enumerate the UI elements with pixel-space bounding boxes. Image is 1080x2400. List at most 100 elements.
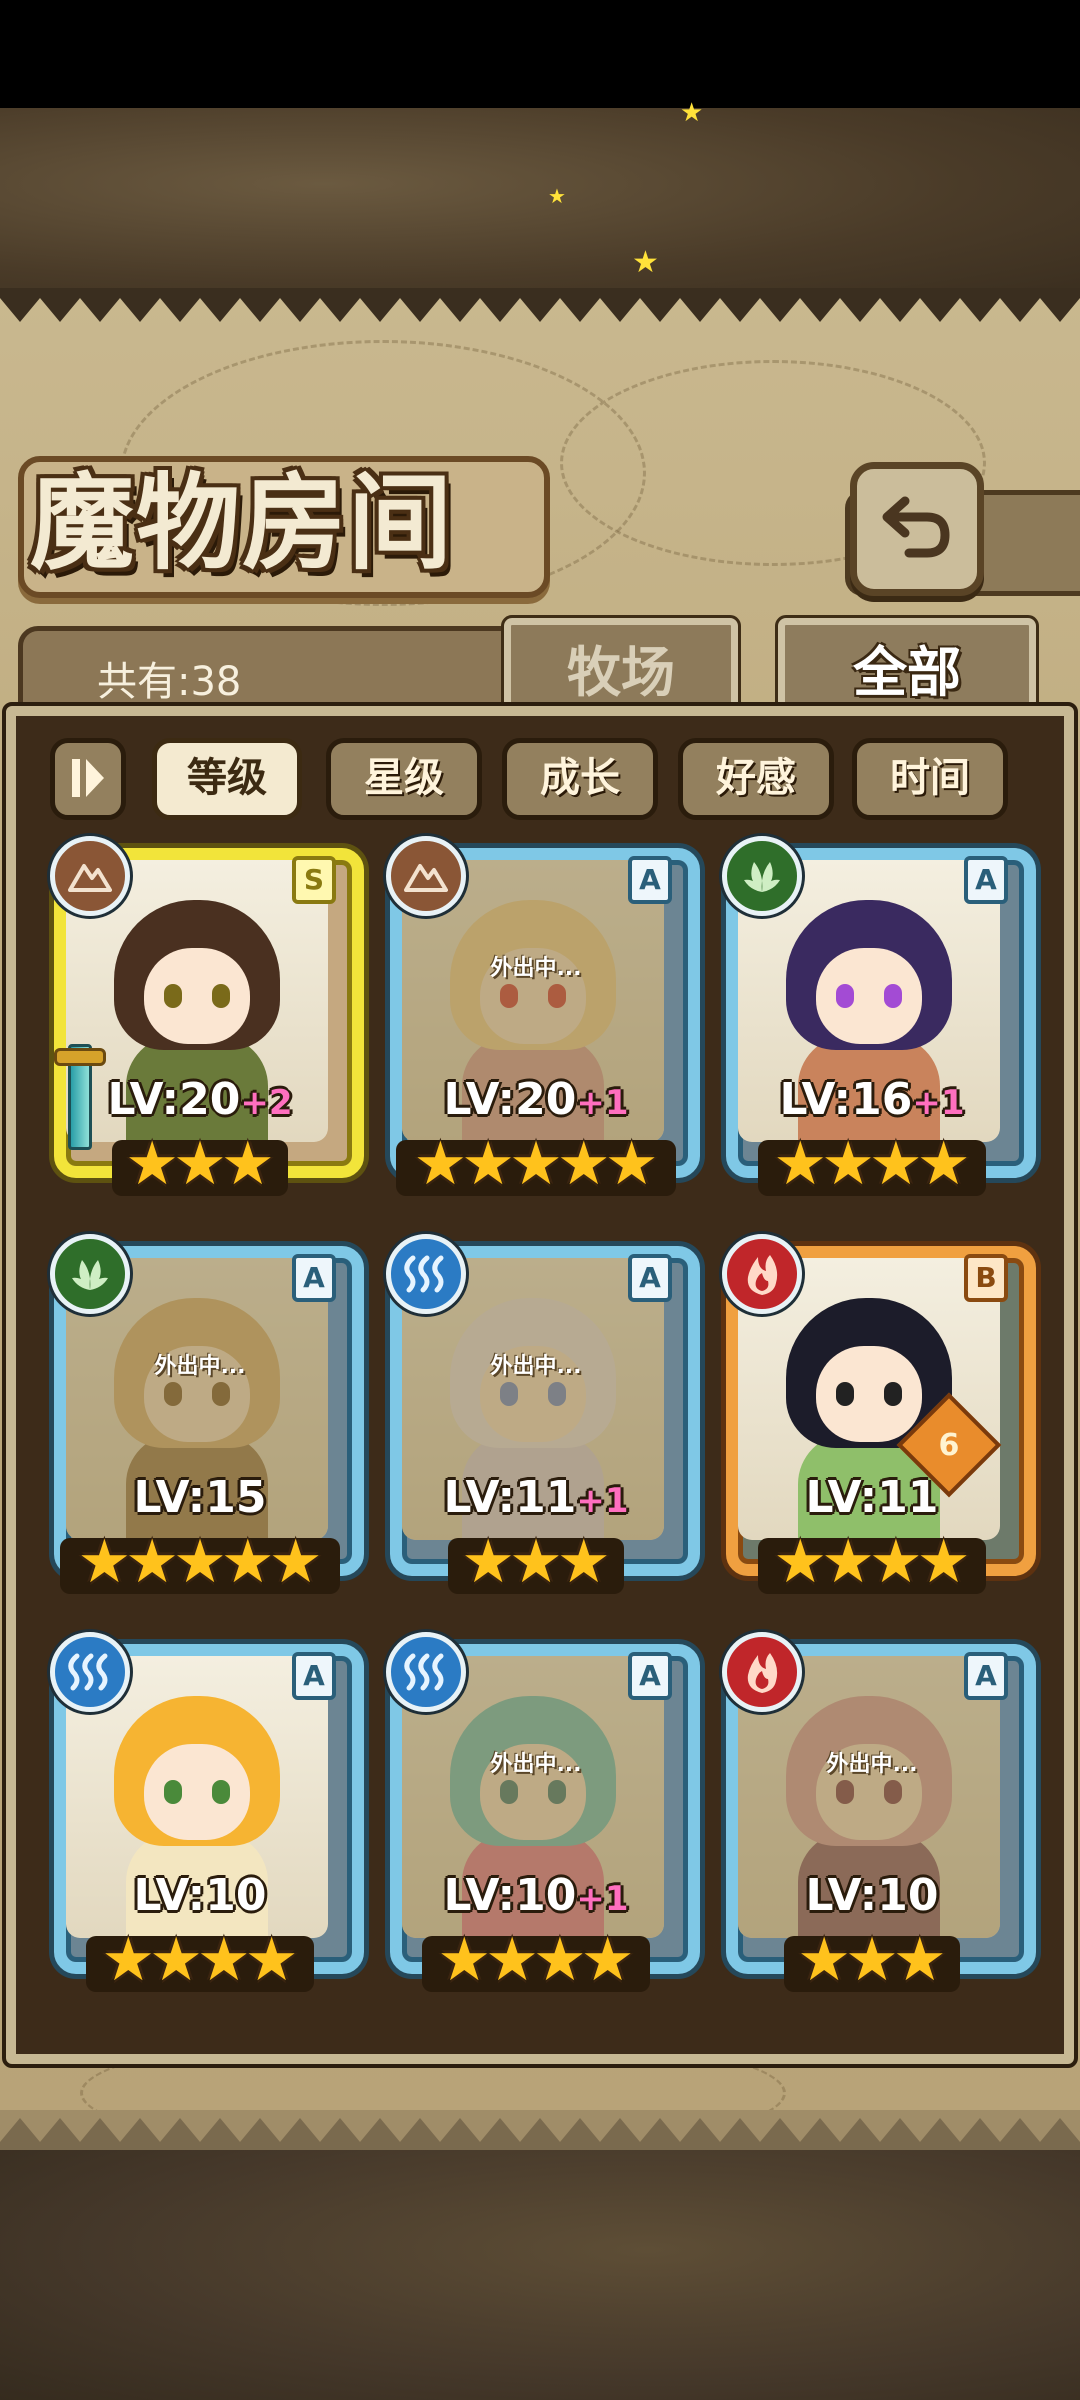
back-button[interactable] xyxy=(850,462,984,596)
rarity-rank: A xyxy=(292,1254,336,1302)
map-background-bottom xyxy=(0,2150,1080,2400)
star-icon: ★ xyxy=(869,1129,923,1199)
level-text: LV:11 xyxy=(443,1472,577,1523)
monster-level: LV:11 xyxy=(722,1472,1022,1523)
filter-time[interactable]: 时间 xyxy=(852,738,1008,820)
earth-icon xyxy=(386,836,466,916)
star-icon: ★ xyxy=(845,1925,899,1995)
earth-icon xyxy=(50,836,130,916)
star-icon: ★ xyxy=(461,1527,516,1597)
star-icon: ★ xyxy=(892,1925,947,1995)
monster-card[interactable]: A LV:10 ★★★★ xyxy=(50,1630,364,1992)
star-icon: ★ xyxy=(101,1925,156,1995)
torn-edge-bottom xyxy=(0,2118,1080,2152)
star-icon: ★ xyxy=(461,1129,516,1199)
water-icon xyxy=(50,1632,130,1712)
star-rating: ★★★ xyxy=(386,1532,686,1592)
rarity-rank: A xyxy=(292,1652,336,1700)
star-icon: ★ xyxy=(556,1527,611,1597)
level-text: LV:16 xyxy=(779,1074,913,1125)
sparkle-icon: ★ xyxy=(632,245,659,280)
star-rating: ★★★★ xyxy=(50,1930,350,1990)
star-icon: ★ xyxy=(244,1925,299,1995)
away-status: 外出中... xyxy=(154,1354,246,1379)
sparkle-icon: ★ xyxy=(680,98,704,128)
star-icon: ★ xyxy=(797,1925,852,1995)
star-rating: ★★★ xyxy=(722,1930,1022,1990)
star-rating: ★★★★★ xyxy=(50,1532,350,1592)
star-icon: ★ xyxy=(173,1129,227,1199)
filter-affection[interactable]: 好感 xyxy=(678,738,834,820)
filter-stars[interactable]: 星级 xyxy=(326,738,482,820)
level-bonus: +1 xyxy=(576,1083,629,1123)
grass-icon xyxy=(722,836,802,916)
sort-order-icon xyxy=(72,759,104,797)
monster-level: LV:11+1 xyxy=(386,1472,686,1523)
monster-card[interactable]: 外出中... A LV:20+1 ★★★★★ xyxy=(386,834,700,1196)
star-icon: ★ xyxy=(173,1527,227,1597)
star-icon: ★ xyxy=(773,1129,828,1199)
monster-level: LV:15 xyxy=(50,1472,350,1523)
medal-badge-number: 6 xyxy=(938,1427,960,1463)
monster-count: 共有:38 xyxy=(97,659,242,705)
monster-card[interactable]: 外出中... A LV:10 ★★★ xyxy=(722,1630,1036,1992)
star-icon: ★ xyxy=(220,1527,275,1597)
tab-row: 共有:38 牧场 全部 xyxy=(18,615,1058,731)
star-icon: ★ xyxy=(268,1527,323,1597)
star-rating: ★★★ xyxy=(50,1134,350,1194)
water-icon xyxy=(386,1234,466,1314)
star-icon: ★ xyxy=(916,1129,971,1199)
fire-icon xyxy=(722,1632,802,1712)
rarity-rank: A xyxy=(628,856,672,904)
star-icon: ★ xyxy=(509,1527,563,1597)
level-text: LV:11 xyxy=(805,1472,939,1523)
rarity-rank: A xyxy=(628,1254,672,1302)
monster-level: LV:10+1 xyxy=(386,1870,686,1921)
monster-card[interactable]: 外出中... A LV:10+1 ★★★★ xyxy=(386,1630,700,1992)
star-icon: ★ xyxy=(77,1527,132,1597)
weapon-guard xyxy=(54,1048,106,1066)
monster-level: LV:16+1 xyxy=(722,1074,1022,1125)
monster-level: LV:20+1 xyxy=(386,1074,686,1125)
star-icon: ★ xyxy=(197,1925,251,1995)
star-rating: ★★★★ xyxy=(386,1930,686,1990)
torn-edge-top xyxy=(0,288,1080,322)
star-icon: ★ xyxy=(821,1129,875,1199)
sparkle-icon: ★ xyxy=(548,184,566,208)
star-icon: ★ xyxy=(509,1129,563,1199)
rarity-rank: S xyxy=(292,856,336,904)
star-rating: ★★★★ xyxy=(722,1134,1022,1194)
star-icon: ★ xyxy=(485,1925,539,1995)
monster-card[interactable]: 6 B LV:11 ★★★★ xyxy=(722,1232,1036,1597)
level-text: LV:10 xyxy=(443,1870,577,1921)
page-title: 魔物房间 xyxy=(30,461,455,584)
level-bonus: +2 xyxy=(240,1083,293,1123)
monster-card[interactable]: 外出中... A LV:11+1 ★★★ xyxy=(386,1232,700,1594)
rarity-rank: A xyxy=(964,856,1008,904)
rarity-rank: A xyxy=(964,1652,1008,1700)
return-arrow-icon xyxy=(882,496,950,558)
away-status: 外出中... xyxy=(826,1752,918,1777)
away-status: 外出中... xyxy=(490,956,582,981)
star-rating: ★★★★★ xyxy=(386,1134,686,1194)
water-icon xyxy=(386,1632,466,1712)
star-icon: ★ xyxy=(149,1925,203,1995)
level-text: LV:10 xyxy=(133,1870,267,1921)
monster-card[interactable]: A LV:16+1 ★★★★ xyxy=(722,834,1036,1196)
level-text: LV:20 xyxy=(443,1074,577,1125)
grass-icon xyxy=(50,1234,130,1314)
sort-order-toggle[interactable] xyxy=(50,738,126,820)
star-icon: ★ xyxy=(125,1527,180,1597)
star-icon: ★ xyxy=(604,1129,659,1199)
monster-card[interactable]: S LV:20+2 ★★★ xyxy=(50,834,364,1196)
filter-growth[interactable]: 成长 xyxy=(502,738,658,820)
filter-level[interactable]: 等级 xyxy=(152,738,302,820)
level-bonus: +1 xyxy=(576,1481,629,1521)
monster-card[interactable]: 外出中... A LV:15 ★★★★★ xyxy=(50,1232,364,1594)
star-icon: ★ xyxy=(533,1925,587,1995)
status-bar xyxy=(0,0,1080,108)
star-icon: ★ xyxy=(773,1527,828,1597)
star-icon: ★ xyxy=(821,1527,875,1597)
star-icon: ★ xyxy=(869,1527,923,1597)
level-bonus: +1 xyxy=(912,1083,965,1123)
